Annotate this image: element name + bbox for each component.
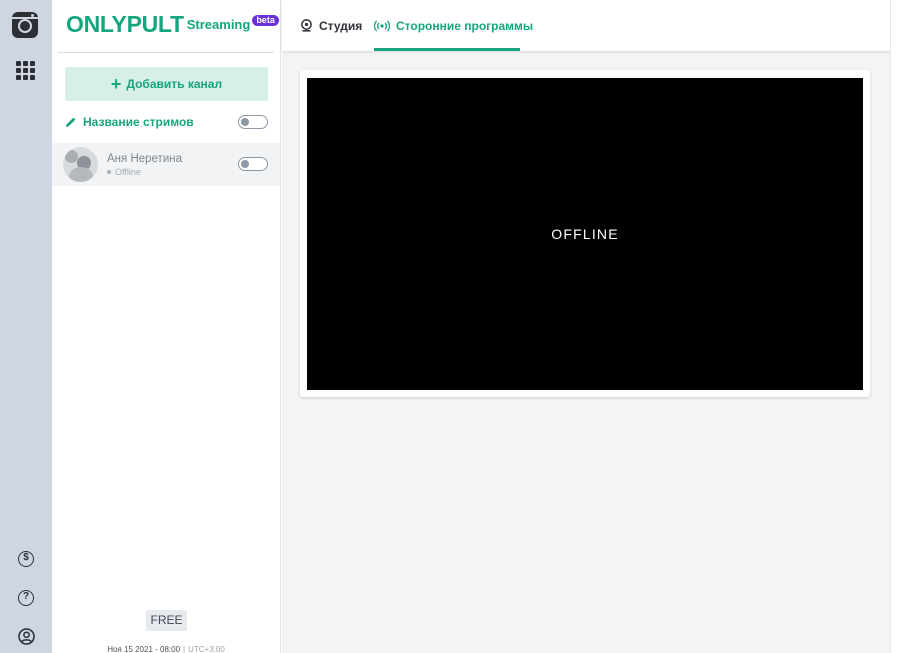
channels-sidebar: ONLYPULT Streaming beta + Добавить канал… <box>52 0 281 653</box>
channel-toggle[interactable] <box>238 157 268 171</box>
offline-status: OFFLINE <box>551 226 619 242</box>
footer-time: Ноя 15 2021 - 08:00 | UTC+3:00 <box>52 645 280 653</box>
brand-logo[interactable]: ONLYPULT Streaming beta <box>66 11 279 38</box>
tab-external-label: Сторонние программы <box>396 18 534 33</box>
footer-datetime: Ноя 15 2021 - 08:00 <box>107 645 181 653</box>
video-preview[interactable]: OFFLINE <box>307 78 863 390</box>
plan-badge[interactable]: FREE <box>146 610 187 631</box>
status-dot-icon <box>107 170 111 174</box>
footer-timezone: UTC+3:00 <box>188 645 225 653</box>
webcam-icon <box>300 19 313 32</box>
tab-studio-label: Студия <box>319 18 363 33</box>
broadcast-icon <box>374 20 390 32</box>
add-channel-label: Добавить канал <box>126 77 223 91</box>
pencil-icon[interactable] <box>65 116 77 128</box>
plus-icon: + <box>110 74 122 94</box>
dollar-icon[interactable]: $ <box>18 551 34 567</box>
brand-product: Streaming <box>186 17 251 32</box>
apps-grid-icon[interactable] <box>16 61 35 80</box>
app-logo-icon[interactable] <box>12 12 38 38</box>
sidebar-divider <box>58 52 274 53</box>
account-icon[interactable] <box>17 627 35 645</box>
avatar <box>63 147 98 182</box>
channel-list-item[interactable]: Аня Неретина Offline <box>52 143 280 186</box>
main-content: Студия Сторонние программы OFFLINE <box>282 0 890 653</box>
tab-studio[interactable]: Студия <box>300 0 362 51</box>
footer-separator: | <box>183 645 186 653</box>
left-rail: $ ? <box>0 0 52 653</box>
active-tab-indicator <box>374 48 520 51</box>
stream-name-label[interactable]: Название стримов <box>83 115 194 129</box>
channel-status-text: Offline <box>115 167 141 177</box>
top-tabs: Студия Сторонние программы <box>282 0 890 51</box>
channel-name: Аня Неретина <box>107 153 182 165</box>
channel-status: Offline <box>107 167 141 177</box>
brand-name: ONLYPULT <box>66 11 184 37</box>
beta-badge: beta <box>252 15 279 26</box>
tab-external-programs[interactable]: Сторонние программы <box>374 0 533 51</box>
stream-name-toggle[interactable] <box>238 115 268 129</box>
help-icon[interactable]: ? <box>18 590 34 606</box>
stream-preview-card: OFFLINE <box>300 70 870 397</box>
add-channel-button[interactable]: + Добавить канал <box>65 67 268 101</box>
right-edge-panel <box>890 0 900 653</box>
